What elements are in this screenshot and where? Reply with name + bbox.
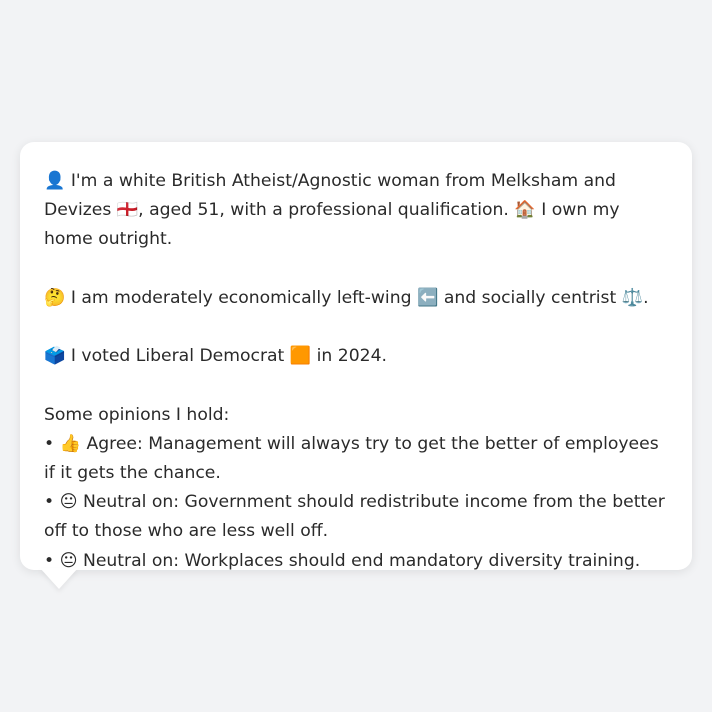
bubble-tail — [40, 568, 78, 589]
opinion-item: • 👍 Agree: Management will always try to… — [44, 433, 659, 483]
opinion-item: • 😐 Neutral on: Workplaces should end ma… — [44, 550, 641, 571]
message-bubble: 👤 I'm a white British Atheist/Agnostic w… — [20, 142, 692, 571]
vote-text: 🗳️ I voted Liberal Democrat 🟧 in 2024. — [44, 346, 387, 367]
opinion-item: • 😐 Neutral on: Government should redist… — [44, 492, 665, 542]
opinions-heading: Some opinions I hold: — [44, 404, 230, 425]
intro-text: 👤 I'm a white British Atheist/Agnostic w… — [44, 171, 620, 250]
politics-text: 🤔 I am moderately economically left-wing… — [44, 287, 649, 308]
